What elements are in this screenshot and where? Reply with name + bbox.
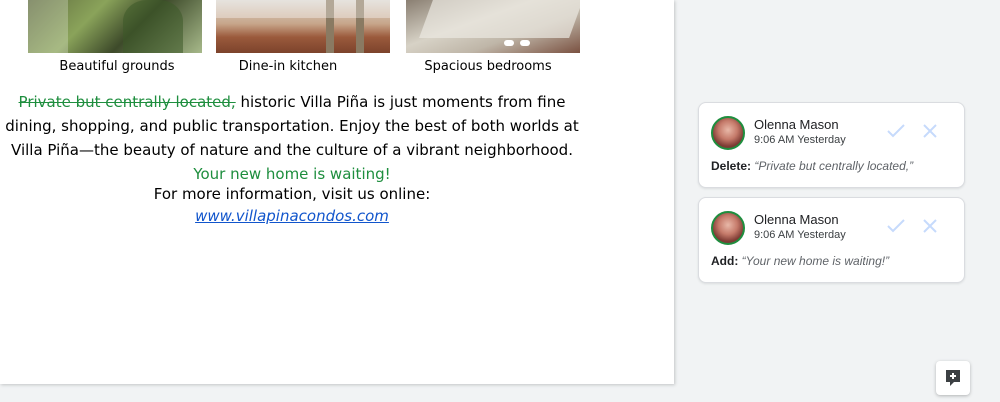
suggestion-quote: “Private but centrally located,”	[754, 159, 914, 173]
author-name: Olenna Mason	[754, 117, 839, 132]
suggestion-card[interactable]: Olenna Mason 9:06 AM Yesterday Add: “You…	[698, 197, 965, 283]
suggestion-text: Delete: “Private but centrally located,”	[711, 159, 913, 173]
accept-suggestion-button[interactable]	[886, 121, 906, 141]
website-link[interactable]: www.villapinacondos.com	[195, 207, 389, 225]
image-caption: Dine-in kitchen	[238, 59, 338, 74]
reject-suggestion-button[interactable]	[920, 216, 940, 236]
check-icon	[887, 219, 905, 233]
author-name: Olenna Mason	[754, 212, 839, 227]
add-comment-icon	[946, 370, 960, 386]
suggested-addition[interactable]: Your new home is waiting!	[193, 165, 390, 183]
info-line: For more information, visit us online:	[153, 185, 431, 203]
suggestion-text: Add: “Your new home is waiting!”	[711, 254, 889, 268]
add-comment-button[interactable]	[936, 361, 970, 395]
image-caption: Beautiful grounds	[59, 59, 175, 74]
avatar	[711, 116, 745, 150]
suggestion-card[interactable]: Olenna Mason 9:06 AM Yesterday Delete: “…	[698, 102, 965, 188]
document-page[interactable]: Beautiful grounds Dine-in kitchen Spacio…	[0, 0, 674, 384]
image-dine-in-kitchen	[216, 0, 390, 53]
image-beautiful-grounds	[28, 0, 202, 53]
close-icon	[923, 219, 937, 233]
timestamp: 9:06 AM Yesterday	[754, 229, 846, 241]
info-block: For more information, visit us online: w…	[4, 183, 580, 227]
image-spacious-bedrooms	[406, 0, 580, 53]
timestamp: 9:06 AM Yesterday	[754, 134, 846, 146]
suggestion-kind: Delete:	[711, 159, 752, 173]
accept-suggestion-button[interactable]	[886, 216, 906, 236]
avatar	[711, 211, 745, 245]
suggestion-quote: “Your new home is waiting!”	[741, 254, 890, 268]
reject-suggestion-button[interactable]	[920, 121, 940, 141]
close-icon	[923, 124, 937, 138]
body-paragraph[interactable]: Private but centrally located, historic …	[4, 90, 580, 186]
image-caption: Spacious bedrooms	[424, 59, 552, 74]
check-icon	[887, 124, 905, 138]
suggested-deletion[interactable]: Private but centrally located,	[19, 93, 236, 111]
suggestion-kind: Add:	[711, 254, 739, 268]
